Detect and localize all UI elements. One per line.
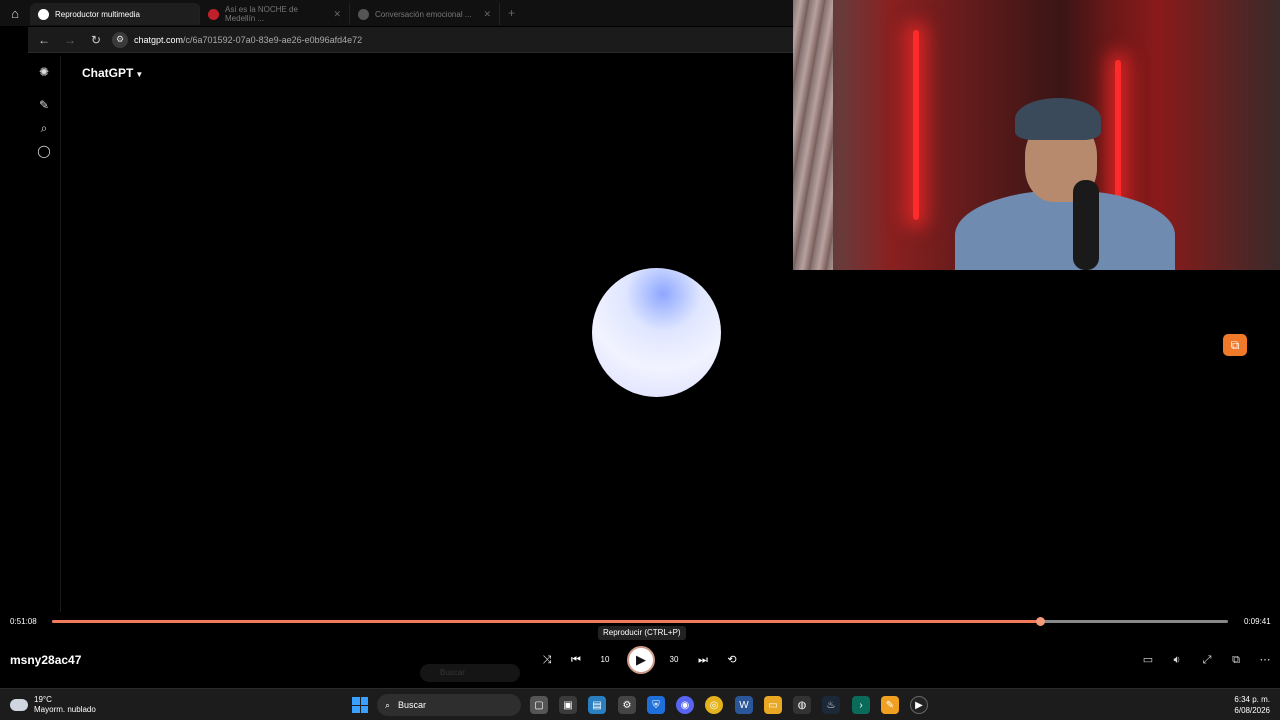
tab-conversacion[interactable]: Conversación emocional ... ✕: [350, 3, 500, 25]
tab-noche-medellin[interactable]: Así es la NOCHE de Medellín ... ✕: [200, 3, 350, 25]
screen-capture-button[interactable]: ⧉: [1223, 334, 1247, 356]
forward-arrow-icon[interactable]: →: [60, 33, 80, 47]
defender-icon[interactable]: ⛨: [647, 696, 665, 714]
microphone: [1073, 180, 1099, 270]
skip-back-label: 10: [600, 655, 610, 664]
streamer-cap: [1015, 98, 1101, 140]
fullscreen-icon[interactable]: ⤢: [1198, 652, 1216, 668]
close-tab-icon[interactable]: ✕: [333, 9, 341, 20]
windows-start-icon[interactable]: [352, 697, 368, 713]
chat-bubble-icon[interactable]: ◯: [36, 143, 52, 159]
tab-page-icon: [358, 8, 369, 20]
tab-media-player[interactable]: Reproductor multimedia: [30, 3, 200, 25]
elapsed-time: 0:51:08: [10, 617, 37, 626]
play-circle-icon: [38, 8, 49, 20]
search-icon: ⌕: [385, 699, 391, 710]
skip-back-button[interactable]: 10: [596, 652, 614, 668]
home-icon[interactable]: ⌂: [0, 0, 30, 26]
reload-icon[interactable]: ↻: [86, 33, 106, 47]
weather-text: 19°C Mayorm. nublado: [34, 695, 96, 715]
windows-taskbar: 19°C Mayorm. nublado ⌕ Buscar ▢ ▣ ▤ ⚙ ⛨ …: [0, 688, 1280, 720]
volume-icon[interactable]: 🔉︎: [1168, 652, 1186, 668]
taskbar-clock[interactable]: 6:34 p. m. 6/08/2026: [1234, 694, 1270, 716]
back-arrow-icon[interactable]: ←: [34, 33, 54, 47]
chatgpt-sidebar: ✺ ✎ ⌕ ◯: [28, 56, 61, 612]
site-info-icon[interactable]: ⚙: [112, 31, 128, 48]
streamer-body: [955, 190, 1175, 270]
tab-title: Así es la NOCHE de Medellín ...: [225, 5, 298, 23]
word-icon[interactable]: W: [735, 696, 753, 714]
media-player-icon[interactable]: ▶: [910, 696, 928, 714]
screen: ⌂ Reproductor multimedia Así es la NOCHE…: [0, 0, 1280, 720]
play-tooltip: Reproducir (CTRL+P): [598, 626, 686, 640]
search-icon[interactable]: ⌕: [36, 120, 52, 136]
tab-title: Reproductor multimedia: [55, 9, 140, 19]
repeat-off-icon[interactable]: ⟲: [723, 652, 741, 668]
photos-icon[interactable]: ▤: [588, 696, 606, 714]
shuffle-icon[interactable]: ⤨: [538, 652, 556, 668]
address-bar: ← → ↻ ⚙ chatgpt.com/c/6a701592-07a0-83e9…: [28, 27, 795, 53]
voice-orb: [592, 268, 721, 397]
discord-icon[interactable]: ◉: [676, 696, 694, 714]
play-icon: ▶: [636, 652, 646, 667]
url-host: chatgpt.com: [134, 34, 184, 45]
more-options-icon[interactable]: ⋯: [1256, 652, 1274, 668]
weather-temp: 19°C: [34, 695, 52, 704]
clock-date: 6/08/2026: [1234, 706, 1270, 715]
capture-icon: ⧉: [1230, 337, 1240, 352]
taskbar-search-label: Buscar: [398, 700, 427, 710]
url-field[interactable]: chatgpt.com/c/6a701592-07a0-83e9-ae26-e0…: [134, 35, 362, 45]
neon-light-left: [913, 30, 919, 220]
obs-icon[interactable]: ◍: [793, 696, 811, 714]
openai-logo-icon[interactable]: ✺: [36, 64, 52, 80]
youtube-icon: [208, 8, 219, 20]
cloud-icon: [10, 699, 28, 711]
streamer: [955, 98, 1175, 270]
username-label: msny28ac47: [10, 653, 82, 667]
close-tab-icon[interactable]: ✕: [483, 9, 491, 20]
weather-desc: Mayorm. nublado: [34, 705, 96, 714]
browser-tab-bar: ⌂ Reproductor multimedia Así es la NOCHE…: [0, 0, 795, 26]
model-label: ChatGPT: [82, 66, 134, 80]
task-view-icon[interactable]: ▢: [530, 696, 548, 714]
store-icon[interactable]: ▣: [559, 696, 577, 714]
mini-player-icon[interactable]: ⧉: [1227, 652, 1245, 668]
taskbar-search[interactable]: ⌕ Buscar: [377, 694, 521, 716]
file-explorer-icon[interactable]: ▭: [764, 696, 782, 714]
clock-time: 6:34 p. m.: [1234, 695, 1270, 704]
seek-bar[interactable]: [52, 617, 1228, 626]
skip-forward-button[interactable]: 30: [665, 652, 683, 668]
previous-track-icon[interactable]: ⏮: [567, 652, 585, 668]
subtitles-icon[interactable]: ▭: [1139, 652, 1157, 668]
chevron-down-icon: ▼: [135, 70, 144, 79]
notes-icon[interactable]: ✎: [881, 696, 899, 714]
new-tab-icon[interactable]: +: [500, 6, 515, 20]
skip-forward-label: 30: [669, 655, 679, 664]
next-track-icon[interactable]: ⏭: [694, 652, 712, 668]
webcam-overlay: [793, 0, 1280, 270]
weather-widget[interactable]: 19°C Mayorm. nublado: [10, 695, 96, 715]
play-button[interactable]: ▶: [627, 646, 655, 674]
settings-icon[interactable]: ⚙: [618, 696, 636, 714]
seek-bar-fill: [52, 620, 1040, 623]
terminal-icon[interactable]: ›: [852, 696, 870, 714]
url-path: /c/6a701592-07a0-83e9-ae26-e0b96afd4e72: [183, 34, 363, 45]
remaining-time: 0:09:41: [1244, 617, 1271, 626]
seek-bar-thumb[interactable]: [1035, 617, 1045, 626]
tab-title: Conversación emocional ...: [375, 9, 472, 19]
curtain: [793, 0, 833, 270]
steam-icon[interactable]: ♨: [822, 696, 840, 714]
ghost-search: Buscar: [420, 664, 520, 682]
new-chat-icon[interactable]: ✎: [36, 97, 52, 113]
model-selector[interactable]: ChatGPT ▼: [82, 66, 143, 80]
chrome-icon[interactable]: ◎: [705, 696, 723, 714]
